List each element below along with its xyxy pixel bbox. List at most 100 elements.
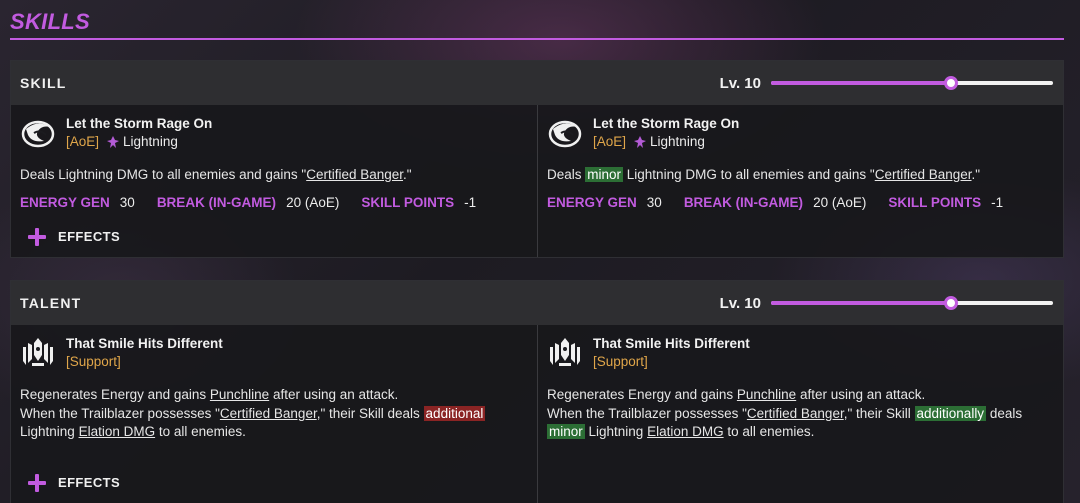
element-tag: Lightning [107, 133, 178, 151]
stat-value: -1 [991, 194, 1004, 210]
target-tag: [AoE] [66, 134, 100, 149]
stat-key: BREAK (IN-GAME) [156, 194, 277, 210]
skill-level-control: Lv. 10 [717, 75, 1053, 92]
desc-line: minor Lightning Elation DMG to all enemi… [547, 423, 1054, 442]
slider-knob[interactable] [943, 296, 958, 310]
element-tag: Lightning [634, 133, 705, 151]
punchline-link[interactable]: Punchline [210, 387, 269, 402]
ability-tags: [Support] [66, 353, 223, 371]
desc-text: ." [403, 167, 412, 182]
stat-value: 20 (AoE) [813, 194, 867, 210]
elation-dmg-link[interactable]: Elation DMG [79, 424, 156, 439]
element-name: Lightning [123, 134, 178, 149]
skill-level-slider[interactable] [771, 76, 1053, 90]
ability-name: That Smile Hits Different [66, 336, 223, 351]
desc-line: Regenerates Energy and gains Punchline a… [547, 386, 1054, 405]
talent-level-label: Lv. 10 [719, 294, 761, 312]
target-tag: [AoE] [593, 134, 627, 149]
lightning-element-icon [107, 136, 120, 148]
talent-column-new: That Smile Hits Different [Support] Rege… [537, 325, 1063, 503]
talent-section: TALENT Lv. 10 That Smile Hits Different … [10, 280, 1064, 503]
desc-text: Regenerates Energy and gains [20, 387, 210, 402]
ability-header: Let the Storm Rage On [AoE] Lightning [547, 115, 1054, 153]
desc-text: Regenerates Energy and gains [547, 387, 737, 402]
title-divider [10, 38, 1064, 40]
slider-fill [771, 81, 951, 85]
desc-text: Lightning [20, 424, 79, 439]
certified-banger-link[interactable]: Certified Banger [306, 167, 403, 182]
desc-line: Regenerates Energy and gains Punchline a… [20, 386, 528, 405]
desc-text: Deals [547, 167, 586, 182]
stat-key: BREAK (IN-GAME) [683, 194, 804, 210]
stat-key: SKILL POINTS [361, 194, 455, 210]
lightning-element-icon [634, 136, 647, 148]
ability-stats: ENERGY GEN 30 BREAK (IN-GAME) 20 (AoE) S… [20, 195, 528, 210]
ability-header: That Smile Hits Different [Support] [20, 335, 528, 373]
desc-text: Deals Lightning DMG to all enemies and g… [20, 167, 307, 182]
desc-text: after using an attack. [269, 387, 399, 402]
skill-section-header: SKILL Lv. 10 [11, 61, 1063, 105]
skill-compare-columns: Let the Storm Rage On [AoE] Lightning De… [11, 105, 1063, 257]
stat-key: SKILL POINTS [888, 194, 982, 210]
effects-expand-button[interactable]: EFFECTS [26, 472, 528, 494]
talent-compare-columns: That Smile Hits Different [Support] Rege… [11, 325, 1063, 503]
slider-fill [771, 301, 951, 305]
desc-line: Lightning Elation DMG to all enemies. [20, 423, 528, 442]
certified-banger-link[interactable]: Certified Banger [220, 406, 317, 421]
ability-header: Let the Storm Rage On [AoE] Lightning [20, 115, 528, 153]
ability-description: Regenerates Energy and gains Punchline a… [20, 386, 528, 442]
target-tag: [Support] [593, 354, 648, 369]
page-title: SKILLS [10, 9, 91, 34]
nerf-highlight: additional [423, 405, 486, 421]
ability-name: Let the Storm Rage On [593, 116, 740, 131]
talent-level-slider[interactable] [771, 296, 1053, 310]
talent-section-header: TALENT Lv. 10 [11, 281, 1063, 325]
desc-text: deals [986, 405, 1023, 421]
talent-section-label: TALENT [20, 295, 82, 311]
buff-highlight: minor [547, 424, 585, 439]
skill-section-label: SKILL [20, 75, 67, 91]
buff-highlight: additionally [914, 405, 987, 421]
talent-column-current: That Smile Hits Different [Support] Rege… [11, 325, 537, 503]
desc-text: ," their Skill deals [316, 405, 424, 421]
mech-talent-icon [23, 338, 53, 366]
storm-skill-icon [21, 120, 55, 148]
punchline-link[interactable]: Punchline [737, 387, 796, 402]
certified-banger-link[interactable]: Certified Banger [747, 406, 844, 421]
ability-tags: [AoE] Lightning [66, 133, 212, 151]
desc-text: to all enemies. [155, 424, 246, 439]
desc-text: after using an attack. [796, 387, 926, 402]
desc-text: to all enemies. [723, 424, 815, 439]
stat-key: ENERGY GEN [20, 194, 110, 210]
desc-text: When the Trailblazer possesses " [20, 405, 220, 421]
stat-key: ENERGY GEN [547, 194, 637, 210]
elation-dmg-link[interactable]: Elation DMG [647, 424, 724, 439]
stat-value: 20 (AoE) [286, 194, 340, 210]
certified-banger-link[interactable]: Certified Banger [875, 167, 972, 182]
desc-text: Lightning DMG to all enemies and gains " [623, 167, 875, 182]
storm-skill-icon [548, 120, 582, 148]
stat-value: 30 [646, 194, 662, 210]
ability-name: Let the Storm Rage On [66, 116, 213, 131]
stat-value: -1 [464, 194, 477, 210]
plus-icon [26, 226, 48, 248]
desc-text: ," their Skill [843, 405, 915, 421]
desc-line: When the Trailblazer possesses "Certifie… [20, 405, 528, 424]
plus-icon [26, 472, 48, 494]
desc-line: When the Trailblazer possesses "Certifie… [547, 405, 1054, 424]
target-tag: [Support] [66, 354, 121, 369]
effects-label: EFFECTS [58, 475, 121, 490]
skill-column-current: Let the Storm Rage On [AoE] Lightning De… [11, 105, 537, 257]
skills-panel: SKILLS SKILL Lv. 10 Let the Storm Rage O… [10, 0, 1064, 503]
stat-value: 30 [119, 194, 135, 210]
slider-knob[interactable] [943, 76, 958, 90]
ability-tags: [Support] [593, 353, 750, 371]
mech-talent-icon [550, 338, 580, 366]
effects-label: EFFECTS [58, 229, 121, 244]
effects-expand-button[interactable]: EFFECTS [26, 226, 528, 248]
ability-description: Deals Lightning DMG to all enemies and g… [20, 166, 528, 185]
desc-text: Lightning [584, 424, 648, 439]
buff-highlight: minor [585, 167, 624, 182]
skill-section: SKILL Lv. 10 Let the Storm Rage On [AoE]… [10, 60, 1064, 258]
ability-description: Deals minor Lightning DMG to all enemies… [547, 166, 1054, 185]
